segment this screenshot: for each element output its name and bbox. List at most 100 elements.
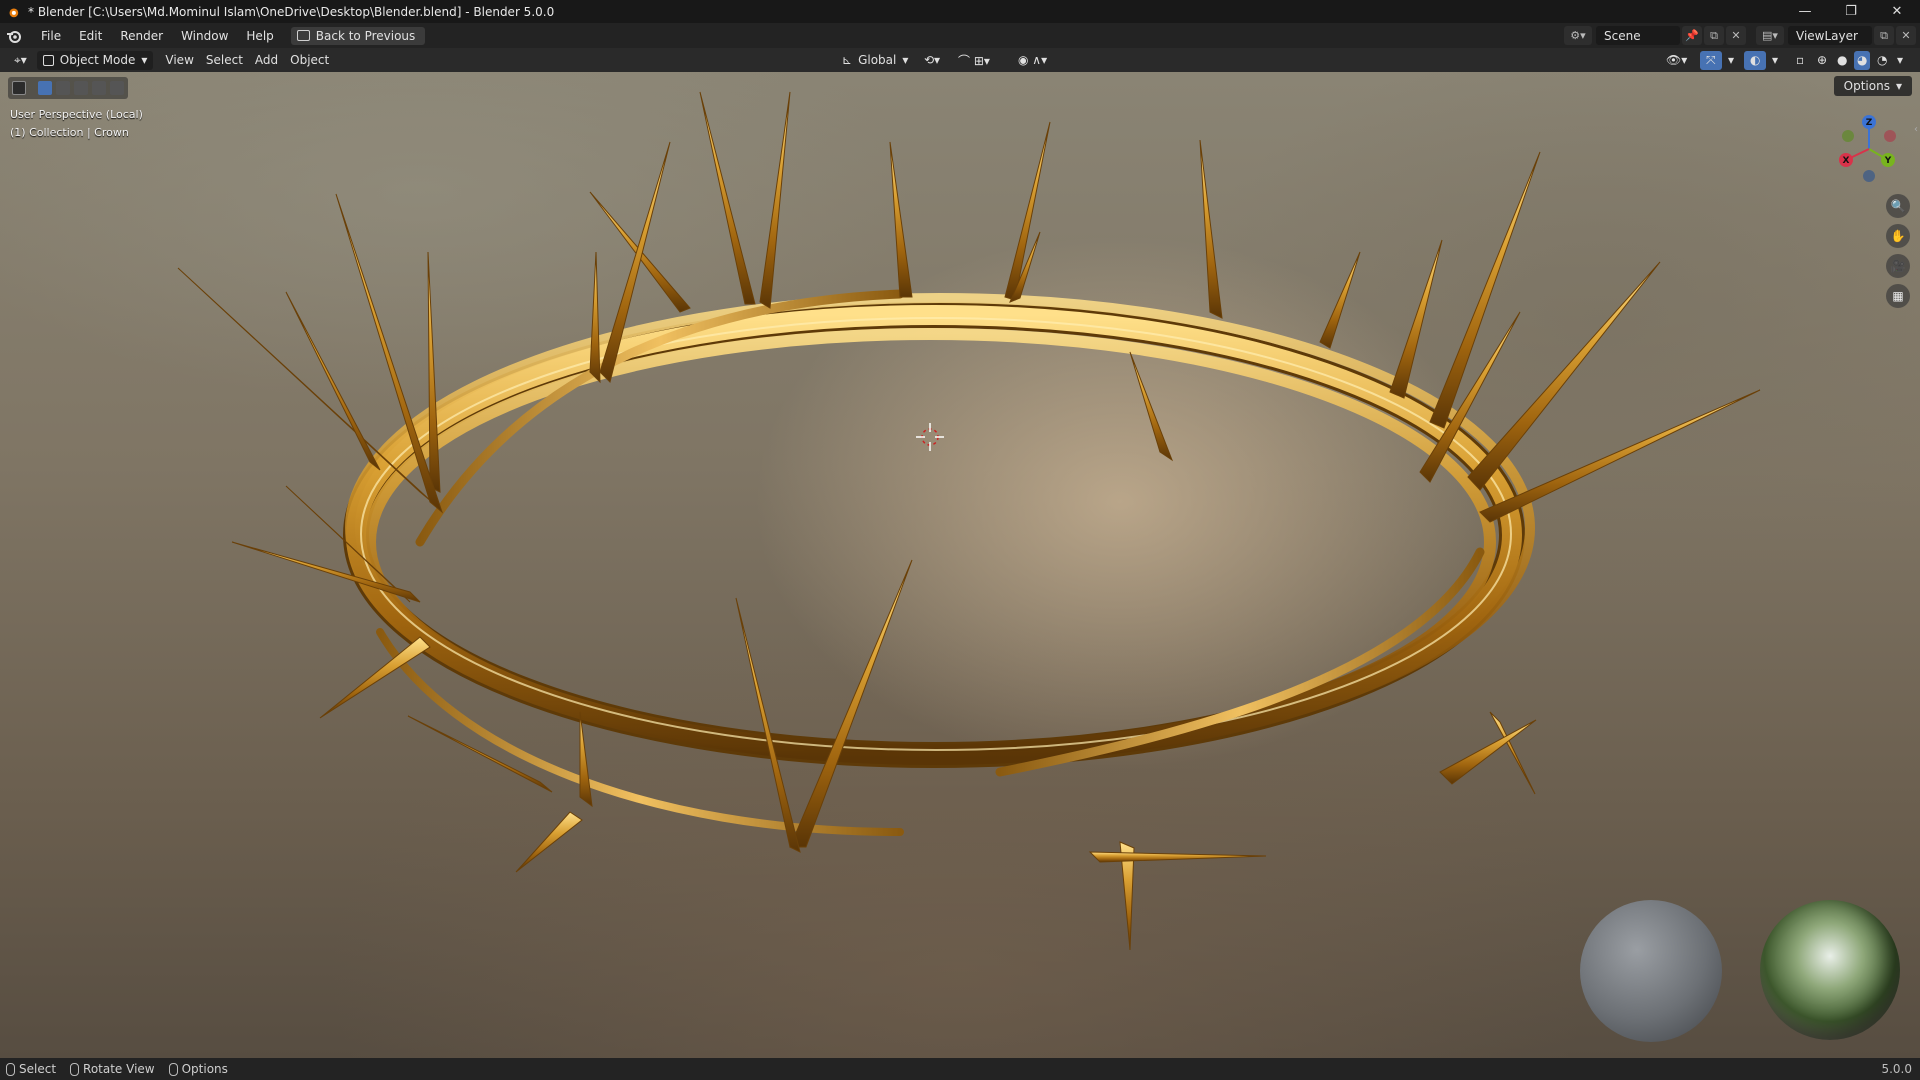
chevron-down-icon: ▾ [1897,53,1904,67]
scene-selector-area: ⚙▾ Scene 📌 ⧉ ✕ ▤▾ ViewLayer ⧉ ✕ [1564,23,1920,48]
solid-shading-icon: ● [1837,53,1848,67]
middle-mouse-icon [70,1062,80,1076]
title-bar: * Blender [C:\Users\Md.Mominul Islam\One… [0,0,1920,23]
xray-toggle[interactable]: ▫ [1790,51,1810,70]
maximize-button[interactable]: ❐ [1828,0,1874,23]
camera-view-icon[interactable]: 🎥 [1886,254,1910,278]
snap-toggle[interactable]: ⌒ ⊞▾ [952,51,996,70]
scene-browse-icon[interactable]: ⚙▾ [1564,26,1592,45]
status-rotate-label: Rotate View [83,1062,155,1076]
shading-material-button[interactable]: ◕ [1854,50,1871,70]
collection-label: (1) Collection | Crown [10,126,129,139]
new-viewlayer-icon[interactable]: ⧉ [1874,26,1894,45]
scene-name: Scene [1604,28,1641,43]
select-tool-icon[interactable] [12,81,26,95]
wireframe-shading-icon: ⊕ [1817,53,1828,67]
delete-scene-icon[interactable]: ✕ [1726,26,1746,45]
zoom-view-icon[interactable]: 🔍 [1886,194,1910,218]
chevron-down-icon: ▾ [141,53,148,67]
close-button[interactable]: ✕ [1874,0,1920,23]
back-to-previous-button[interactable]: Back to Previous [290,26,426,45]
overlay-toggle[interactable]: ◐ [1744,50,1767,70]
chevron-down-icon: ▾ [1895,79,1902,93]
status-options: Options [168,1062,228,1076]
menu-edit[interactable]: Edit [70,29,111,43]
top-menubar: File Edit Render Window Help Back to Pre… [0,23,1920,48]
menu-object[interactable]: Object [284,51,335,70]
select-mode-intersect-icon[interactable] [110,81,124,95]
select-mode-invert-icon[interactable] [92,81,106,95]
window-controls: — ❐ ✕ [1782,0,1920,23]
right-mouse-icon [168,1062,178,1076]
overlay-icon: ◐ [1750,53,1761,67]
delete-viewlayer-icon[interactable]: ✕ [1896,26,1916,45]
options-dropdown[interactable]: Options ▾ [1833,76,1912,96]
select-mode-subtract-icon[interactable] [74,81,88,95]
status-select: Select [6,1062,56,1076]
visibility-dropdown[interactable]: 👁▾ [1660,51,1693,70]
proportional-edit-toggle[interactable]: ◉ ∧▾ [1012,51,1053,70]
menu-file[interactable]: File [32,29,70,43]
chevron-down-icon: ▾ [1772,53,1779,67]
chevron-down-icon: ▾ [902,53,909,67]
snap-icon: ⌒ ⊞▾ [958,53,990,68]
xray-icon: ▫ [1796,53,1805,67]
eye-icon: 👁▾ [1666,53,1688,67]
orientation-icon: ⊾ [842,53,853,67]
tool-header-strip [8,77,128,99]
sidebar-toggle-icon[interactable]: ‹ [1914,124,1920,140]
new-scene-icon[interactable]: ⧉ [1704,26,1724,45]
pivot-point-dropdown[interactable]: ⟲▾ [918,51,946,70]
fullscreen-back-icon [296,30,310,41]
minimize-button[interactable]: — [1782,0,1828,23]
orientation-label: Global [858,53,897,67]
shading-rendered-button[interactable]: ◔ [1874,51,1890,70]
editor-type-button[interactable]: ⌖▾ [8,51,33,70]
mode-dropdown[interactable]: Object Mode ▾ [36,50,154,70]
gizmo-icon: ⤧ [1706,52,1716,67]
orthographic-toggle-icon[interactable]: ▦ [1886,284,1910,308]
gizmo-dropdown[interactable]: ▾ [1722,51,1740,70]
shading-wireframe-button[interactable]: ⊕ [1814,51,1830,70]
overlay-dropdown[interactable]: ▾ [1766,51,1784,70]
status-options-label: Options [181,1062,228,1076]
gizmo-toggle[interactable]: ⤧ [1700,50,1722,70]
menu-window[interactable]: Window [172,29,237,43]
shading-dropdown[interactable]: ▾ [1894,51,1906,70]
viewlayer-name: ViewLayer [1796,28,1858,43]
mode-label: Object Mode [59,53,136,67]
proportional-edit-icon: ◉ ∧▾ [1018,53,1048,67]
back-to-previous-label: Back to Previous [315,28,416,43]
viewlayer-browse-icon[interactable]: ▤▾ [1756,26,1784,45]
menu-add[interactable]: Add [249,51,284,70]
status-select-label: Select [19,1062,57,1076]
scene-name-field[interactable]: Scene [1596,26,1680,45]
3d-cursor-icon [916,423,944,451]
blender-logo-icon [9,8,19,17]
status-bar: Select Rotate View Options 5.0.0 [0,1058,1920,1080]
hdri-preview-sphere [1760,900,1900,1040]
blender-menu-icon[interactable] [6,28,22,44]
menu-select[interactable]: Select [200,51,249,70]
viewlayer-name-field[interactable]: ViewLayer [1788,26,1872,45]
menu-view[interactable]: View [159,51,199,70]
navigation-gizmo[interactable]: Z Y X [1834,114,1904,184]
transform-orientation-dropdown[interactable]: ⊾ Global ▾ [836,51,914,70]
chevron-down-icon: ▾ [1728,53,1735,67]
matcap-preview-sphere [1580,900,1722,1042]
version-label: 5.0.0 [1881,1062,1912,1076]
select-mode-new-icon[interactable] [38,81,52,95]
menu-help[interactable]: Help [237,29,282,43]
pin-scene-icon[interactable]: 📌 [1682,26,1702,45]
3d-viewport[interactable]: User Perspective (Local) (1) Collection … [0,72,1920,1058]
pan-view-icon[interactable]: ✋ [1886,224,1910,248]
editor-type-icon: ⌖▾ [14,52,27,67]
menu-render[interactable]: Render [111,29,172,43]
rendered-shading-icon: ◔ [1877,53,1888,67]
status-rotate: Rotate View [70,1062,155,1076]
select-mode-extend-icon[interactable] [56,81,70,95]
gizmo-x-label: X [1843,156,1850,166]
shading-solid-button[interactable]: ● [1834,51,1850,70]
options-label: Options [1843,79,1890,93]
object-mode-icon [42,54,54,66]
